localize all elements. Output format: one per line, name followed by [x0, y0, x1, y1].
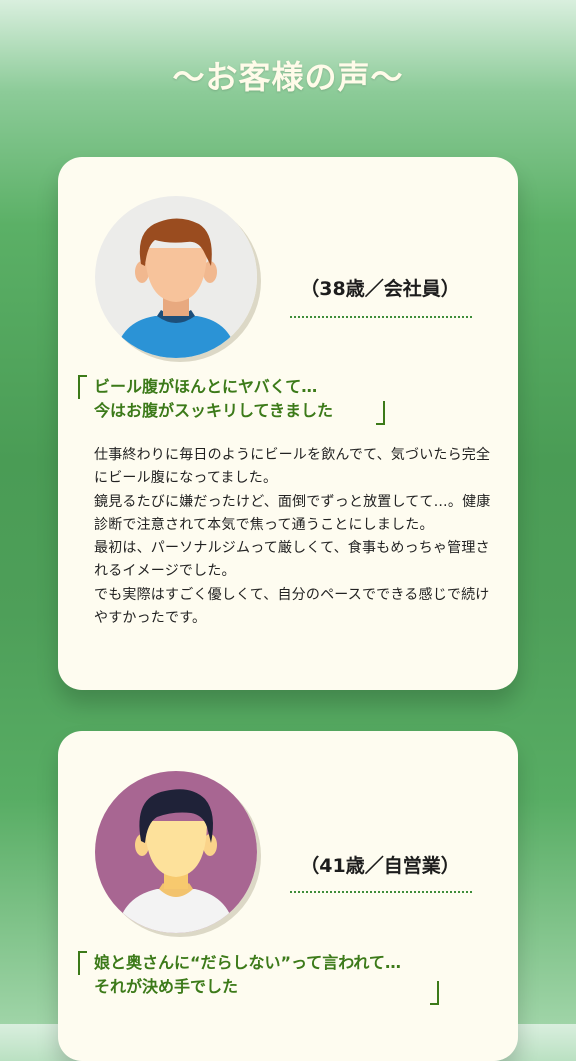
close-quote-bracket — [430, 981, 439, 1005]
open-quote-bracket — [78, 375, 87, 399]
body-paragraph: 仕事終わりに毎日のようにビールを飲んでて、気づいたら完全にビール腹になってました… — [94, 447, 491, 487]
dotted-divider — [290, 891, 472, 893]
close-quote-bracket — [376, 401, 385, 425]
headline-line: それが決め手でした — [94, 977, 239, 996]
man-avatar-icon — [95, 196, 257, 358]
body-paragraph: 最初は、パーソナルジムって厳しくて、食事もめっちゃ管理されるイメージでした。 — [94, 540, 490, 580]
dotted-divider — [290, 316, 472, 318]
open-quote-bracket — [78, 951, 87, 975]
customer-age-occupation: （41歳／自営業） — [300, 855, 460, 877]
testimonial-card: （38歳／会社員） ビール腹がほんとにヤバくて… 今はお腹がスッキリしてきました… — [58, 157, 518, 690]
testimonial-headline: 娘と奥さんに“だらしない”って言われて… それが決め手でした — [78, 951, 490, 1005]
body-paragraph: 鏡見るたびに嫌だったけど、面倒でずっと放置してて…。健康診断で注意されて本気で焦… — [94, 493, 491, 533]
testimonial-headline: ビール腹がほんとにヤバくて… 今はお腹がスッキリしてきました — [78, 375, 490, 425]
man-avatar-icon — [95, 771, 257, 933]
page-title: 〜お客様の声〜 — [172, 58, 404, 96]
body-paragraph: でも実際はすごく優しくて、自分のペースでできる感じで続けやすかったです。 — [94, 586, 490, 627]
headline-line: ビール腹がほんとにヤバくて… — [94, 377, 318, 396]
headline-line: 今はお腹がスッキリしてきました — [94, 401, 334, 420]
headline-line: 娘と奥さんに“だらしない”って言われて… — [94, 953, 401, 972]
customer-age-occupation: （38歳／会社員） — [300, 278, 460, 300]
testimonial-body: 仕事終わりに毎日のようにビールを飲んでて、気づいたら完全にビール腹になってました… — [94, 444, 492, 630]
testimonial-card: （41歳／自営業） 娘と奥さんに“だらしない”って言われて… それが決め手でした — [58, 731, 518, 1061]
